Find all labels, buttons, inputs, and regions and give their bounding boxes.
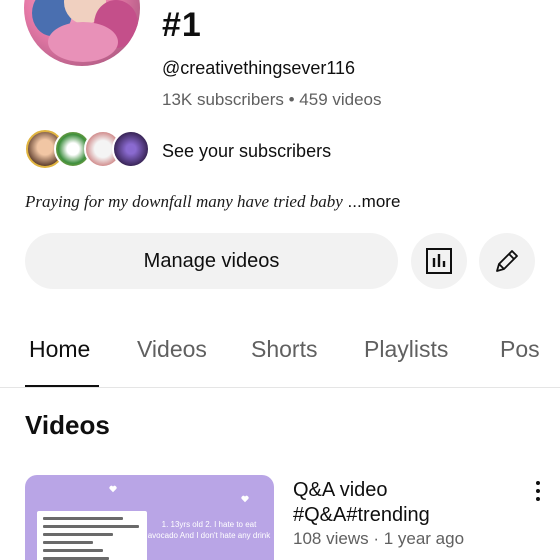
channel-avatar[interactable] [24, 0, 140, 66]
bar-chart-icon [426, 248, 452, 274]
description-text: Praying for my downfall many have tried … [25, 192, 343, 211]
subscriber-avatar [112, 130, 150, 168]
manage-videos-button[interactable]: Manage videos [25, 233, 398, 289]
tab-playlists[interactable]: Playlists [364, 336, 448, 363]
video-title[interactable]: Q&A video #Q&A#trending [293, 478, 513, 528]
channel-tabs: Home Videos Shorts Playlists Pos [0, 312, 560, 388]
tab-videos[interactable]: Videos [137, 336, 207, 363]
channel-handle: @creativethingsever116 [162, 58, 356, 78]
heart-icon [109, 485, 117, 493]
manage-videos-label: Manage videos [143, 249, 280, 272]
channel-title: #1 [162, 6, 202, 44]
edit-channel-button[interactable] [479, 233, 535, 289]
tab-posts[interactable]: Pos [500, 336, 540, 363]
video-thumbnail[interactable]: 1. 13yrs old 2. I hate to eat avocado An… [25, 475, 274, 560]
channel-stats: 13K subscribers • 459 videos [162, 90, 382, 109]
thumbnail-text: 1. 13yrs old 2. I hate to eat avocado An… [147, 520, 271, 540]
active-tab-indicator [25, 385, 99, 387]
more-link[interactable]: ...more [348, 192, 401, 211]
video-meta: 108 views · 1 year ago [293, 529, 465, 548]
subscriber-avatars[interactable] [26, 130, 150, 170]
pencil-icon [496, 250, 518, 272]
section-title: Videos [25, 410, 110, 440]
tab-home[interactable]: Home [29, 336, 90, 363]
thumbnail-card [37, 511, 147, 560]
tab-shorts[interactable]: Shorts [251, 336, 317, 363]
channel-description[interactable]: Praying for my downfall many have tried … [25, 192, 400, 212]
heart-icon [241, 495, 249, 503]
see-subscribers-link[interactable]: See your subscribers [162, 141, 331, 162]
more-options-icon[interactable] [528, 479, 548, 503]
analytics-button[interactable] [411, 233, 467, 289]
